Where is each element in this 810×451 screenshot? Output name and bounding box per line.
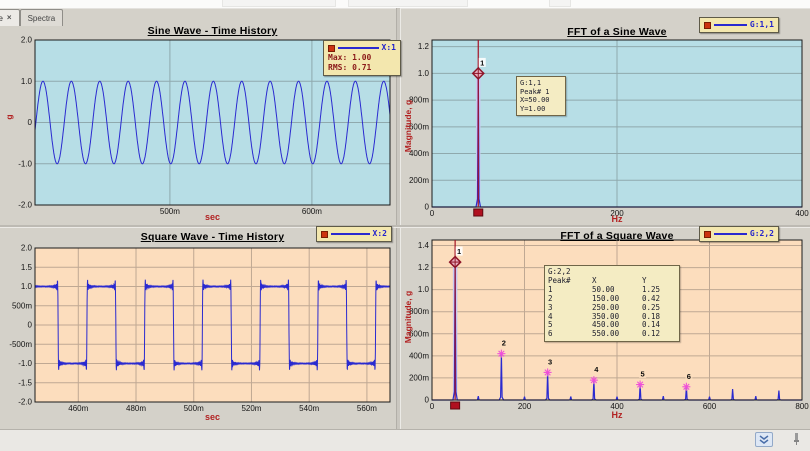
- annotation-cell: 0.12: [642, 330, 676, 339]
- legend-line-sample: [331, 233, 370, 235]
- square-time-plot[interactable]: 460m480m500m520m540m560m2.01.51.0500m0-5…: [0, 228, 397, 428]
- y-tick-label: 0: [28, 118, 33, 127]
- plot-title-sine-time: Sine Wave - Time History: [35, 25, 390, 37]
- cursor-handle: [451, 402, 460, 409]
- y-tick-label: 1.4: [418, 241, 430, 250]
- legend-line-sample: [714, 233, 747, 235]
- annotation-line: G:1,1: [520, 79, 562, 88]
- annotation-cell: 6: [548, 330, 592, 339]
- chevron-double-down-icon[interactable]: [755, 432, 773, 447]
- tab-label: Spectra: [28, 14, 56, 23]
- y-tick-label: -1.0: [18, 359, 32, 368]
- annotation-cell: 4: [548, 313, 592, 322]
- y-tick-label: 0: [425, 396, 430, 405]
- legend-line-sample: [714, 24, 747, 26]
- x-axis-label: sec: [35, 212, 390, 222]
- y-tick-label: 2.0: [21, 36, 33, 45]
- y-tick-label: 1.0: [418, 285, 430, 294]
- annotation-cell: 550.00: [592, 330, 642, 339]
- toolbar-ghost: [549, 0, 571, 7]
- annotation-cell: 5: [548, 321, 592, 330]
- y-tick-label: 2.0: [21, 244, 33, 253]
- tab-bar: ne × Spectra: [0, 9, 396, 26]
- toolbar-ghost: [222, 0, 336, 7]
- legend-series-name: G:1,1: [750, 20, 774, 30]
- legend-series-name: X:1: [382, 43, 396, 53]
- toolbar-ghost: [348, 0, 468, 7]
- y-axis-label: Magnitude, g: [403, 242, 413, 392]
- sine-fft-plot[interactable]: 102004001.21.0800m600m400m200m0: [400, 8, 810, 228]
- legend-marker-icon: [704, 22, 711, 29]
- annotation-row: 6550.000.12: [548, 330, 676, 339]
- y-tick-label: 1.5: [21, 263, 33, 272]
- x-axis-label: Hz: [432, 410, 802, 420]
- legend-series-name: G:2,2: [750, 229, 774, 239]
- tab-close-icon[interactable]: ×: [7, 14, 12, 22]
- x-axis-label: sec: [35, 412, 390, 422]
- peak-label: 6: [687, 372, 691, 381]
- annotation-line: X=50.00: [520, 96, 562, 105]
- y-tick-label: -2.0: [18, 398, 32, 407]
- legend-marker-icon: [321, 231, 328, 238]
- peak-label: 1: [457, 247, 461, 256]
- annotation-line: Peak# 1: [520, 88, 562, 97]
- y-axis-label: g: [4, 106, 14, 128]
- tab-label: ne: [0, 14, 3, 23]
- legend-line-sample: [338, 47, 379, 49]
- legend-stat-max: Max: 1.00: [328, 53, 396, 63]
- y-tick-label: -1.0: [18, 159, 32, 168]
- y-tick-label: 1.0: [418, 69, 430, 78]
- y-tick-label: -500m: [9, 340, 32, 349]
- y-tick-label: 1.0: [21, 282, 33, 291]
- legend-square-time[interactable]: X:2: [316, 226, 392, 242]
- annotation-line: Y=1.00: [520, 105, 562, 114]
- legend-marker-icon: [704, 231, 711, 238]
- tab-time[interactable]: ne ×: [0, 9, 20, 26]
- y-tick-label: 0: [28, 321, 33, 330]
- x-axis-label: Hz: [432, 214, 802, 224]
- status-bar: [0, 429, 810, 451]
- annotation-cell: 3: [548, 304, 592, 313]
- y-tick-label: -2.0: [18, 201, 32, 210]
- y-tick-label: 1.2: [418, 42, 430, 51]
- legend-marker-icon: [328, 45, 335, 52]
- peak-label: 3: [548, 357, 552, 366]
- y-tick-label: 500m: [12, 301, 32, 310]
- y-axis-label: Magnitude, g: [403, 60, 413, 192]
- y-tick-label: -1.5: [18, 378, 32, 387]
- fft-sine-annotation[interactable]: G:1,1 Peak# 1 X=50.00 Y=1.00: [516, 76, 566, 116]
- annotation-cell: 1: [548, 286, 592, 295]
- y-tick-label: 1.0: [21, 77, 33, 86]
- annotation-cell: Peak#: [548, 277, 592, 286]
- pin-icon[interactable]: [792, 432, 801, 445]
- peak-label: 5: [641, 370, 645, 379]
- legend-sine-fft[interactable]: G:1,1: [699, 17, 779, 33]
- fft-square-annotation[interactable]: G:2,2Peak#XY150.001.252150.000.423250.00…: [544, 265, 680, 342]
- legend-series-name: X:2: [373, 229, 387, 239]
- legend-stat-rms: RMS: 0.71: [328, 63, 396, 73]
- y-tick-label: 1.2: [418, 263, 430, 272]
- y-tick-label: 0: [425, 203, 430, 212]
- legend-sine-time[interactable]: X:1 Max: 1.00 RMS: 0.71: [323, 40, 401, 76]
- tab-spectra[interactable]: Spectra: [20, 9, 64, 26]
- peak-label: 1: [480, 58, 484, 67]
- peak-label: 2: [502, 339, 506, 348]
- annotation-cell: 2: [548, 295, 592, 304]
- legend-square-fft[interactable]: G:2,2: [699, 226, 779, 242]
